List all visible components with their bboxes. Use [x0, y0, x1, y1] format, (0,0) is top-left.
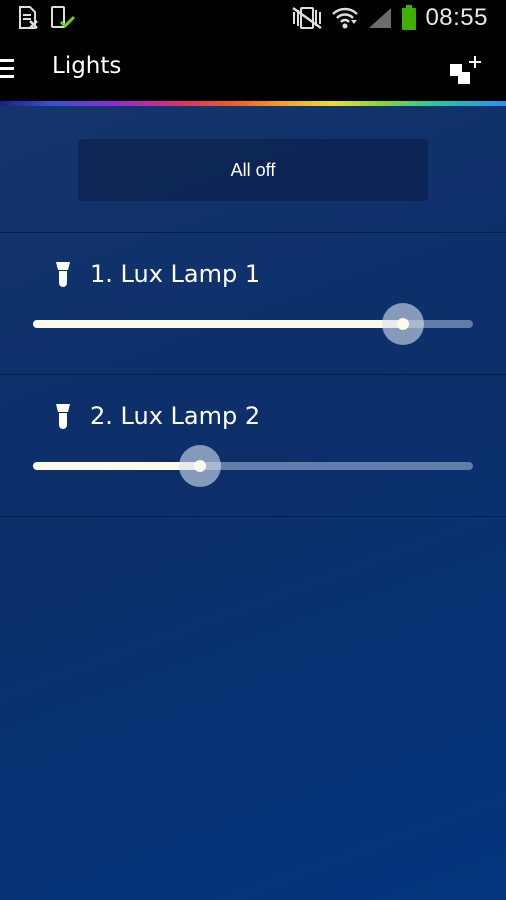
- slider-fill: [33, 462, 200, 470]
- bulb-icon: [56, 404, 70, 429]
- vibrate-mute-icon: [292, 6, 323, 30]
- app-bar: Lights: [0, 36, 506, 102]
- bulb-icon: [56, 262, 70, 287]
- file-x-icon: [19, 6, 38, 29]
- lamp-name: 1. Lux Lamp 1: [90, 260, 261, 288]
- divider: [0, 516, 506, 517]
- signal-icon: [369, 8, 392, 28]
- add-scene-icon[interactable]: [448, 54, 482, 86]
- slider-fill: [33, 320, 403, 328]
- all-off-button[interactable]: All off: [78, 139, 428, 201]
- lamp-name: 2. Lux Lamp 2: [90, 402, 261, 430]
- wifi-icon: [332, 7, 359, 29]
- brightness-slider[interactable]: [33, 302, 473, 346]
- main-content: All off 1. Lux Lamp 1 2. Lux Lamp 2: [0, 106, 506, 900]
- status-bar: 08:55: [0, 0, 506, 36]
- lamp-row: 2. Lux Lamp 2: [0, 375, 506, 515]
- battery-icon: [402, 5, 417, 30]
- brightness-slider[interactable]: [33, 444, 473, 488]
- lamp-row: 1. Lux Lamp 1: [0, 233, 506, 373]
- slider-thumb[interactable]: [382, 303, 424, 345]
- hamburger-menu-icon[interactable]: [0, 59, 16, 79]
- slider-thumb[interactable]: [179, 445, 221, 487]
- page-title: Lights: [52, 53, 122, 79]
- clock: 08:55: [425, 4, 488, 31]
- phone-check-icon: [51, 6, 76, 29]
